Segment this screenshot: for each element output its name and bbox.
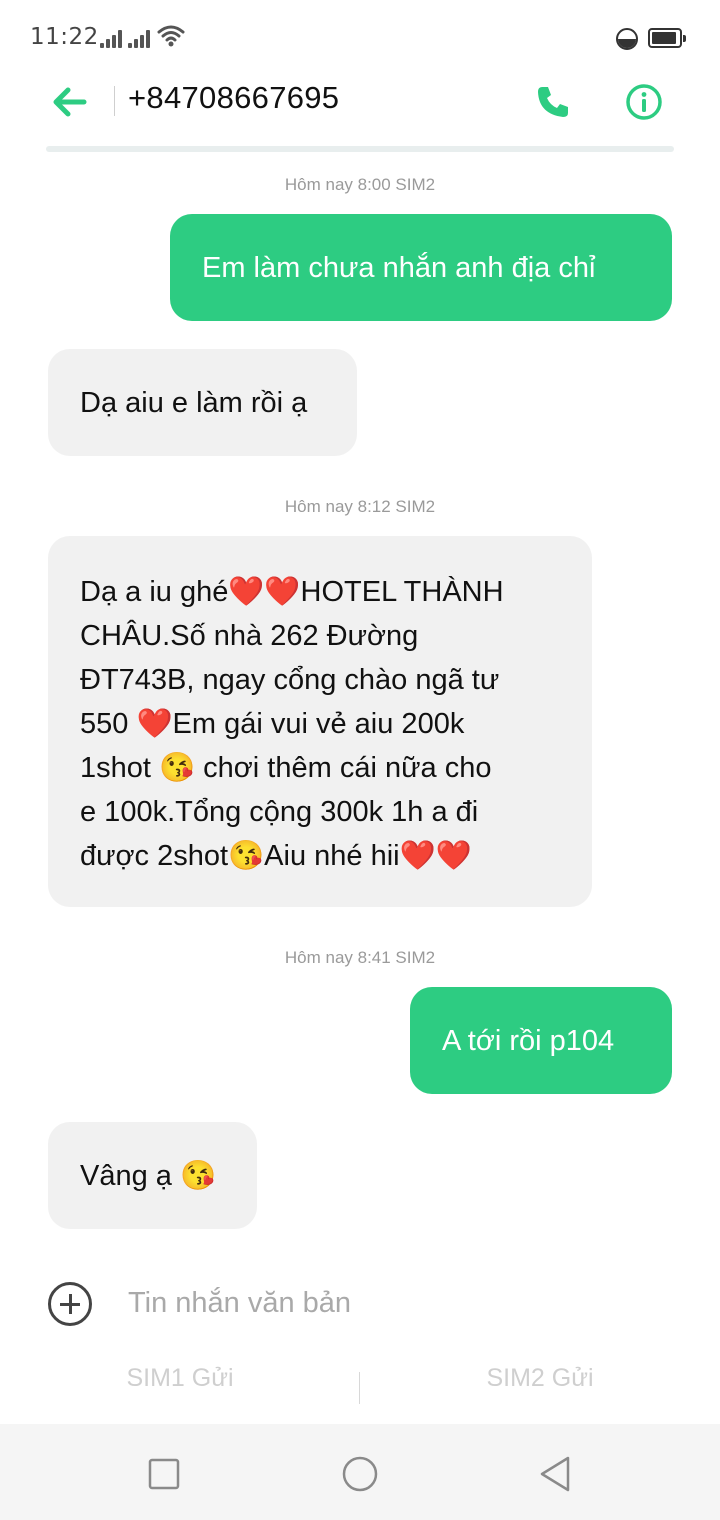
message-input[interactable] xyxy=(128,1272,648,1334)
signal-icon xyxy=(100,28,122,48)
message-line: ĐT743B, ngay cổng chào ngã tư xyxy=(80,664,500,696)
message-text: Em làm chưa nhắn anh địa chỉ xyxy=(202,252,596,284)
outgoing-message[interactable]: A tới rồi p104 xyxy=(410,987,672,1094)
home-button[interactable] xyxy=(340,1454,380,1494)
message-text: A tới rồi p104 xyxy=(442,1025,615,1057)
status-bar: 11:22 xyxy=(0,0,720,76)
recents-button[interactable] xyxy=(144,1454,184,1494)
triangle-back-icon xyxy=(540,1456,570,1492)
status-time: 11:22 xyxy=(30,24,99,50)
call-button[interactable] xyxy=(533,82,573,122)
wifi-icon xyxy=(157,24,185,48)
message-composer: SIM1 Gửi SIM2 Gửi xyxy=(0,1242,720,1424)
conversation-header: +84708667695 xyxy=(0,76,720,150)
signal-icon xyxy=(128,28,150,48)
header-separator xyxy=(46,146,674,152)
battery-icon xyxy=(648,28,686,48)
add-attachment-button[interactable] xyxy=(48,1282,92,1326)
send-sim2-button[interactable]: SIM2 Gửi xyxy=(360,1364,720,1393)
message-line: CHÂU.Số nhà 262 Đường xyxy=(80,620,419,652)
incoming-message[interactable]: Vâng ạ 😘 xyxy=(48,1122,257,1229)
message-line: Dạ a iu ghé❤️❤️HOTEL THÀNH xyxy=(80,576,504,608)
phone-icon xyxy=(538,87,568,117)
message-text: Dạ aiu e làm rồi ạ xyxy=(80,387,308,419)
message-text: Vâng ạ 😘 xyxy=(80,1160,217,1192)
back-button[interactable] xyxy=(50,84,90,120)
info-icon xyxy=(626,84,662,120)
navigation-bar xyxy=(0,1424,720,1520)
nav-back-button[interactable] xyxy=(536,1454,576,1494)
message-line: được 2shot😘Aiu nhé hii❤️❤️ xyxy=(80,840,472,872)
message-timestamp: Hôm nay 8:41 SIM2 xyxy=(284,948,436,967)
contact-number: +84708667695 xyxy=(128,80,340,115)
info-button[interactable] xyxy=(624,82,664,122)
message-line: e 100k.Tổng cộng 300k 1h a đi xyxy=(80,796,479,828)
message-timestamp: Hôm nay 8:12 SIM2 xyxy=(284,497,436,516)
header-divider xyxy=(114,86,115,116)
message-timestamp: Hôm nay 8:00 SIM2 xyxy=(284,175,436,194)
outgoing-message[interactable]: Em làm chưa nhắn anh địa chỉ xyxy=(170,214,672,321)
circle-icon xyxy=(342,1456,378,1492)
do-not-disturb-icon xyxy=(616,28,638,50)
message-line: 1shot 😘 chơi thêm cái nữa cho xyxy=(80,752,492,784)
send-sim1-button[interactable]: SIM1 Gửi xyxy=(0,1364,360,1393)
message-line: 550 ❤️Em gái vui vẻ aiu 200k xyxy=(80,708,465,740)
incoming-message[interactable]: Dạ aiu e làm rồi ạ xyxy=(48,349,357,456)
square-icon xyxy=(148,1458,180,1490)
arrow-left-icon xyxy=(53,87,87,117)
incoming-message[interactable]: Dạ a iu ghé❤️❤️HOTEL THÀNH CHÂU.Số nhà 2… xyxy=(48,536,592,907)
